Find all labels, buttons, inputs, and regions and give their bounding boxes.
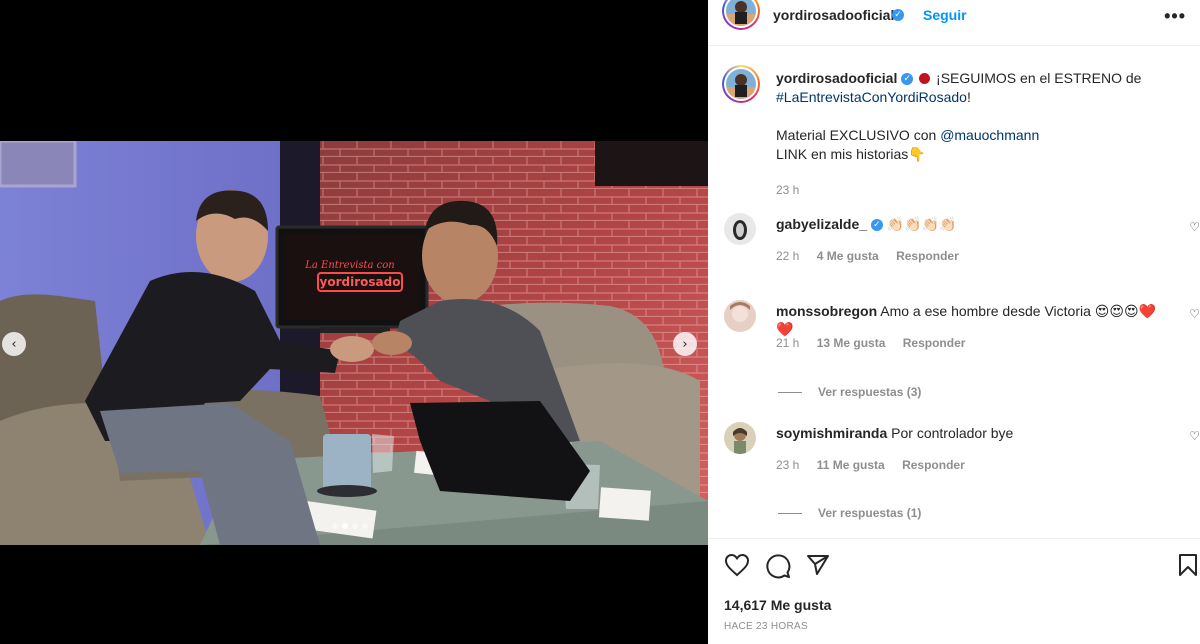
replies-divider xyxy=(778,513,802,515)
commenter-avatar[interactable] xyxy=(724,422,756,454)
bookmark-icon[interactable] xyxy=(1178,553,1198,582)
comment-body: Por controlador bye xyxy=(891,425,1014,441)
commenter-username[interactable]: soymishmiranda xyxy=(776,425,887,441)
post-timestamp: HACE 23 HORAS xyxy=(724,621,808,632)
author-avatar[interactable] xyxy=(722,0,760,30)
commenter-username[interactable]: gabyelizalde_ xyxy=(776,216,867,232)
carousel-dot xyxy=(352,523,358,529)
view-replies-button[interactable]: Ver respuestas (3) xyxy=(778,385,921,399)
comment-item: gabyelizalde_ ✓ 👏🏻👏🏻👏🏻👏🏻 22 h 4 Me gusta… xyxy=(722,213,1200,273)
comment-meta: 22 h 4 Me gusta Responder xyxy=(776,249,959,263)
caption-time: 23 h xyxy=(776,183,800,197)
comment-time: 22 h xyxy=(776,249,800,263)
comment-text: gabyelizalde_ ✓ 👏🏻👏🏻👏🏻👏🏻 xyxy=(776,215,1156,233)
prev-photo-button[interactable]: ‹ xyxy=(2,332,26,356)
commenter-username[interactable]: monssobregon xyxy=(776,303,877,319)
caption-line3: LINK en mis historias👇 xyxy=(776,146,926,162)
carousel-dot xyxy=(362,523,368,529)
comment-like-heart-icon[interactable]: ♡ xyxy=(1189,220,1200,234)
post-photo[interactable]: La Entrevista con yordirosado xyxy=(0,141,708,545)
post-actions: 14,617 Me gusta HACE 23 HORAS xyxy=(708,538,1200,644)
comment-likes-count[interactable]: 11 Me gusta xyxy=(817,458,885,472)
post-header: yordirosadooficial ✓ Seguir ••• xyxy=(708,0,1200,46)
heart-icon[interactable] xyxy=(724,553,750,582)
caption-hashtag-link[interactable]: #LaEntrevistaConYordiRosado xyxy=(776,89,967,105)
comment-text: soymishmiranda Por controlador bye xyxy=(776,424,1156,442)
more-options-icon[interactable]: ••• xyxy=(1164,6,1186,27)
caption-username[interactable]: yordirosadooficial xyxy=(776,70,897,86)
media-area: La Entrevista con yordirosado ‹ › xyxy=(0,0,708,644)
carousel-indicator xyxy=(332,523,368,529)
comment-meta: 21 h 13 Me gusta Responder xyxy=(776,336,965,350)
comment-meta: 23 h 11 Me gusta Responder xyxy=(776,458,965,472)
instagram-post-viewer: La Entrevista con yordirosado ‹ › yordir… xyxy=(0,0,1200,644)
comment-like-heart-icon[interactable]: ♡ xyxy=(1189,429,1200,443)
reply-button[interactable]: Responder xyxy=(896,249,959,263)
verified-badge-icon: ✓ xyxy=(870,219,883,232)
caption-line2: Material EXCLUSIVO con xyxy=(776,127,937,143)
comment-time: 23 h xyxy=(776,458,800,472)
comment-likes-count[interactable]: 13 Me gusta xyxy=(817,336,886,350)
next-photo-button[interactable]: › xyxy=(673,332,697,356)
caption-line1: ¡SEGUIMOS en el ESTRENO de xyxy=(936,70,1142,86)
view-replies-label: Ver respuestas (3) xyxy=(818,385,922,399)
comment-body: 👏🏻👏🏻👏🏻👏🏻 xyxy=(886,216,957,232)
carousel-dot xyxy=(332,523,338,529)
replies-divider xyxy=(778,392,802,394)
follow-button[interactable]: Seguir xyxy=(923,7,967,23)
verified-badge-icon: ✓ xyxy=(901,73,914,86)
comment-text: monssobregon Amo a ese hombre desde Vict… xyxy=(776,302,1156,338)
comment-time: 21 h xyxy=(776,336,800,350)
share-icon[interactable] xyxy=(806,553,830,582)
svg-text:La Entrevista con: La Entrevista con xyxy=(304,260,394,271)
comment-likes-count[interactable]: 4 Me gusta xyxy=(817,249,879,263)
comments-scroll-area[interactable]: yordirosadooficial ✓ ¡SEGUIMOS en el EST… xyxy=(708,47,1200,537)
carousel-dot-active xyxy=(342,523,348,529)
view-replies-button[interactable]: Ver respuestas (1) xyxy=(778,506,921,520)
reply-button[interactable]: Responder xyxy=(903,336,966,350)
caption-avatar[interactable] xyxy=(722,65,760,103)
commenter-avatar[interactable] xyxy=(724,300,756,332)
commenter-avatar[interactable] xyxy=(724,213,756,245)
post-side-panel: yordirosadooficial ✓ Seguir ••• yordiros… xyxy=(708,0,1200,644)
red-circle-emoji-icon xyxy=(919,73,931,84)
svg-text:yordirosado: yordirosado xyxy=(320,275,401,289)
comment-icon[interactable] xyxy=(765,553,791,584)
comment-item: soymishmiranda Por controlador bye 23 h … xyxy=(722,422,1200,482)
author-username[interactable]: yordirosadooficial xyxy=(773,7,894,23)
comment-item: monssobregon Amo a ese hombre desde Vict… xyxy=(722,300,1200,360)
caption-text: yordirosadooficial ✓ ¡SEGUIMOS en el EST… xyxy=(776,69,1176,200)
view-replies-label: Ver respuestas (1) xyxy=(818,506,922,520)
reply-button[interactable]: Responder xyxy=(902,458,965,472)
caption-mention-link[interactable]: @mauochmann xyxy=(940,127,1039,143)
caption-line1-end: ! xyxy=(966,89,971,105)
comment-like-heart-icon[interactable]: ♡ xyxy=(1189,307,1200,321)
likes-count[interactable]: 14,617 Me gusta xyxy=(724,597,831,613)
verified-badge-icon: ✓ xyxy=(892,9,904,21)
